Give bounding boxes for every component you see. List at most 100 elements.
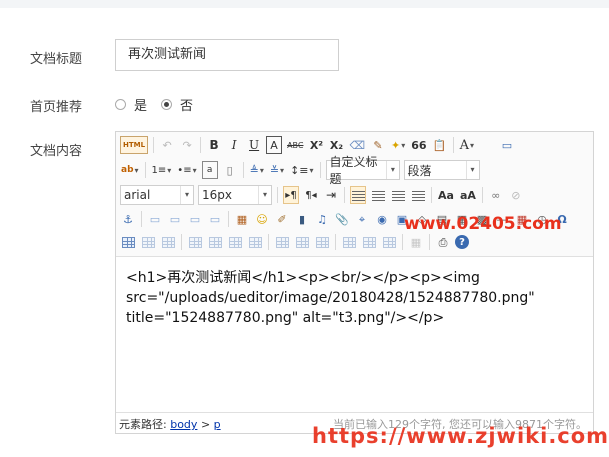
help-button[interactable]: ?	[455, 235, 469, 249]
toolbar-separator	[344, 187, 345, 203]
insert-caption-button[interactable]	[160, 233, 176, 251]
globe-icon: ◉	[377, 212, 387, 226]
simple-upload-button[interactable]: ▦	[234, 210, 250, 228]
preview-button[interactable]: ▭	[499, 136, 515, 154]
paste-plain-button[interactable]: 📋	[432, 136, 448, 154]
unlink-button[interactable]: ⊘	[508, 186, 524, 204]
recommend-no-radio[interactable]	[161, 99, 173, 110]
print-button[interactable]: ⎙	[435, 233, 451, 251]
insert-col-icon	[228, 236, 242, 248]
eraser-icon: ⌫	[349, 138, 366, 152]
insert-table-button[interactable]	[120, 233, 136, 251]
format-brush-button[interactable]: ✎	[370, 136, 386, 154]
recommend-yes-radio[interactable]	[115, 99, 126, 110]
emotion-button[interactable]: ☺	[254, 210, 270, 228]
indent-button[interactable]: ⇥	[323, 186, 339, 204]
undo-button[interactable]: ↶	[159, 136, 175, 154]
clipboard-icon: 📋	[432, 138, 447, 152]
bold-button[interactable]: B	[206, 136, 222, 154]
printer-icon: ⎙	[438, 235, 448, 249]
delete-table-icon	[141, 236, 155, 248]
clear-doc-button[interactable]: ▯	[222, 161, 238, 179]
image-right-button[interactable]: ▭	[187, 210, 203, 228]
editor-content-area[interactable]: <h1>再次测试新闻</h1><p><br/></p><p><img src="…	[126, 268, 586, 328]
title-label: 文档标题	[30, 52, 83, 67]
split-cells-button[interactable]	[341, 233, 357, 251]
attachment-button[interactable]: 📎	[334, 210, 350, 228]
ordered-list-button[interactable]: 1≡ ▾	[151, 161, 173, 179]
delete-table-button[interactable]	[140, 233, 156, 251]
paragraph-select[interactable]: 段落 ▾	[403, 160, 480, 180]
word-image-button[interactable]: ▦	[408, 233, 424, 251]
image-left-button[interactable]: ▭	[167, 210, 183, 228]
insert-col-button[interactable]	[227, 233, 243, 251]
merge-cells-button[interactable]	[274, 233, 290, 251]
wand-icon: ✦	[391, 138, 401, 152]
justify-left-button[interactable]	[350, 186, 366, 204]
to-uppercase-button[interactable]: Aa	[437, 186, 455, 204]
scrawl-button[interactable]: ✐	[274, 210, 290, 228]
editor-toolbar: HTML ↶ ↷ B I U A ABC X² X₂ ⌫ ✎ ✦ ▾ 66 📋 A…	[116, 132, 593, 257]
eraser-button[interactable]: ⌫	[348, 136, 366, 154]
element-path-p-link[interactable]: p	[214, 418, 221, 431]
font-family-select[interactable]: arial ▾	[120, 185, 194, 205]
merge-right-button[interactable]	[294, 233, 310, 251]
recommend-yes-label[interactable]: 是	[134, 95, 147, 114]
font-color-button[interactable]: A ▾	[459, 136, 475, 154]
subscript-button[interactable]: X₂	[328, 136, 344, 154]
unordered-list-button[interactable]: •≡ ▾	[176, 161, 197, 179]
music-button[interactable]: ♫	[314, 210, 330, 228]
insert-video-button[interactable]: ▮	[294, 210, 310, 228]
chevron-down-icon: ▾	[386, 161, 398, 179]
title-input[interactable]: 再次测试新闻	[115, 39, 339, 71]
font-size-select[interactable]: 16px ▾	[198, 185, 272, 205]
redo-button[interactable]: ↷	[179, 136, 195, 154]
underline-button[interactable]: U	[246, 136, 262, 154]
ordered-list-icon: 1≡	[151, 164, 167, 176]
element-path-body-link[interactable]: body	[170, 418, 197, 431]
justify-right-button[interactable]	[390, 186, 406, 204]
justify-full-button[interactable]	[410, 186, 426, 204]
video-icon: ▮	[298, 212, 306, 226]
justify-center-button[interactable]	[370, 186, 386, 204]
insert-row-button[interactable]	[187, 233, 203, 251]
line-height-icon: ↕≡	[290, 163, 309, 177]
superscript-button[interactable]: X²	[308, 136, 324, 154]
align-justify-icon	[411, 189, 425, 201]
split-rows-button[interactable]	[361, 233, 377, 251]
anchor-button[interactable]: ⚓	[120, 210, 136, 228]
map-button[interactable]: ⌖	[354, 210, 370, 228]
split-cols-button[interactable]	[381, 233, 397, 251]
recommend-no-label[interactable]: 否	[180, 95, 193, 114]
italic-button[interactable]: I	[226, 136, 242, 154]
blockquote-button[interactable]: 66	[410, 136, 427, 154]
direction-rtl-button[interactable]: ¶◂	[303, 186, 319, 204]
image-center-button[interactable]: ▭	[207, 210, 223, 228]
table-icon	[121, 236, 135, 248]
link-button[interactable]: ∞	[488, 186, 504, 204]
gmap-button[interactable]: ◉	[374, 210, 390, 228]
select-all-button[interactable]: a	[201, 161, 218, 179]
unlink-icon: ⊘	[511, 188, 521, 202]
background-color-button[interactable]: ab ▾	[120, 161, 140, 179]
row-spacing-top-icon: ≜	[249, 163, 259, 177]
toolbar-separator	[153, 137, 155, 153]
direction-ltr-button[interactable]: ▸¶	[283, 186, 299, 204]
toolbar-separator	[431, 187, 432, 203]
to-lowercase-button[interactable]: aA	[459, 186, 477, 204]
autotypeset-button[interactable]: ✦ ▾	[390, 136, 406, 154]
line-height-button[interactable]: ↕≡ ▾	[289, 161, 314, 179]
help-icon: ?	[459, 236, 465, 248]
html-source-button[interactable]: HTML	[120, 136, 149, 154]
row-spacing-bottom-button[interactable]: ≚ ▾	[269, 161, 285, 179]
insert-row-icon	[188, 236, 202, 248]
delete-row-button[interactable]	[207, 233, 223, 251]
merge-down-button[interactable]	[314, 233, 330, 251]
element-path-label: 元素路径:	[119, 418, 167, 431]
custom-style-select[interactable]: 自定义标题 ▾	[325, 155, 400, 186]
row-spacing-top-button[interactable]: ≜ ▾	[249, 161, 265, 179]
strikethrough-button[interactable]: ABC	[286, 136, 304, 154]
image-none-button[interactable]: ▭	[147, 210, 163, 228]
font-border-button[interactable]: A	[266, 136, 283, 154]
delete-col-button[interactable]	[247, 233, 263, 251]
